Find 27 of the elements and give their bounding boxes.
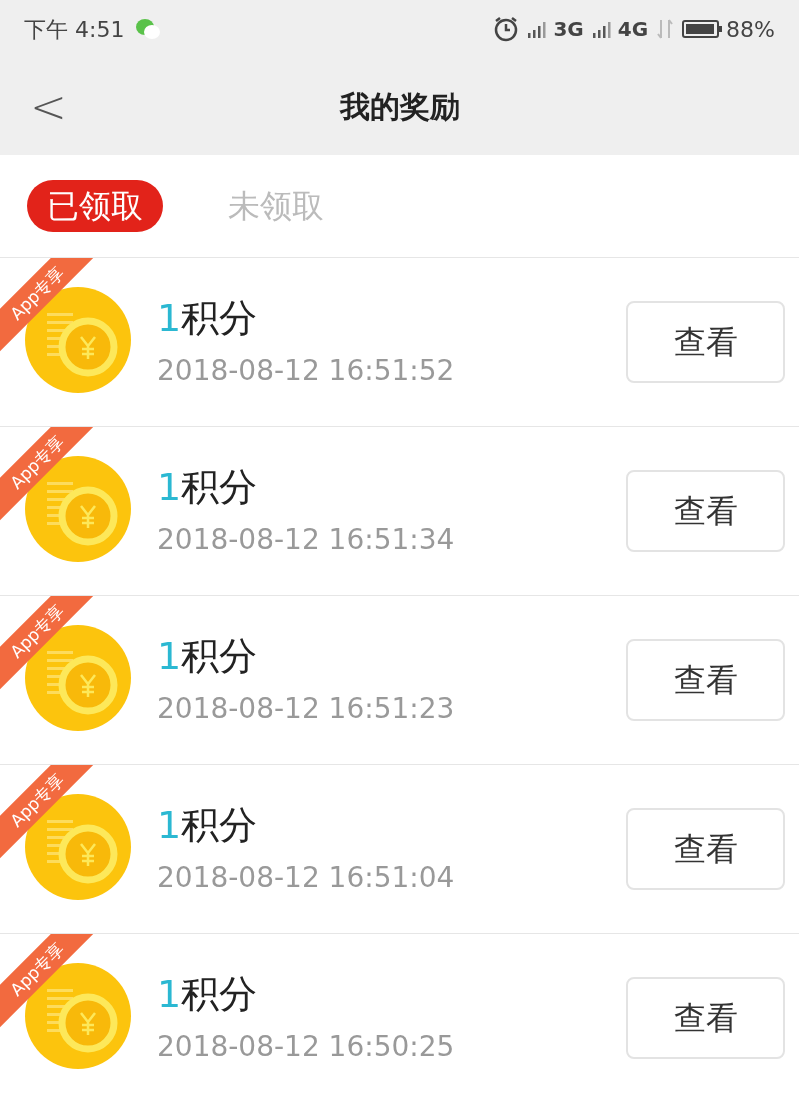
reward-time: 2018-08-12 16:51:23 (157, 695, 456, 723)
battery-icon (682, 19, 723, 39)
reward-points: 1积分 (157, 975, 259, 1013)
back-button[interactable]: < (30, 84, 67, 129)
network-label: 4G (617, 16, 649, 43)
battery-percent: 88% (726, 15, 775, 44)
reward-time: 2018-08-12 16:51:52 (157, 357, 456, 385)
view-button[interactable]: 查看 (626, 470, 785, 552)
status-time: 下午 4:51 (24, 15, 125, 44)
reward-time: 2018-08-12 16:51:34 (157, 526, 456, 554)
reward-points: 1积分 (157, 806, 259, 844)
reward-time: 2018-08-12 16:51:04 (157, 864, 456, 892)
view-button[interactable]: 查看 (626, 639, 785, 721)
view-button[interactable]: 查看 (626, 808, 785, 890)
signal-icon (591, 19, 614, 39)
view-button[interactable]: 查看 (626, 301, 785, 383)
view-button[interactable]: 查看 (626, 977, 785, 1059)
reward-points: 1积分 (157, 468, 259, 506)
network-label: 3G (553, 16, 584, 43)
chat-app-icon (136, 18, 161, 40)
reward-time: 2018-08-12 16:50:25 (157, 1033, 456, 1061)
data-transfer-icon (656, 18, 675, 40)
alarm-icon (493, 16, 520, 42)
tab[interactable]: 已领取 (27, 180, 163, 232)
page-title: 我的奖励 (339, 88, 460, 126)
reward-points: 1积分 (157, 299, 259, 337)
reward-points: 1积分 (157, 637, 259, 675)
